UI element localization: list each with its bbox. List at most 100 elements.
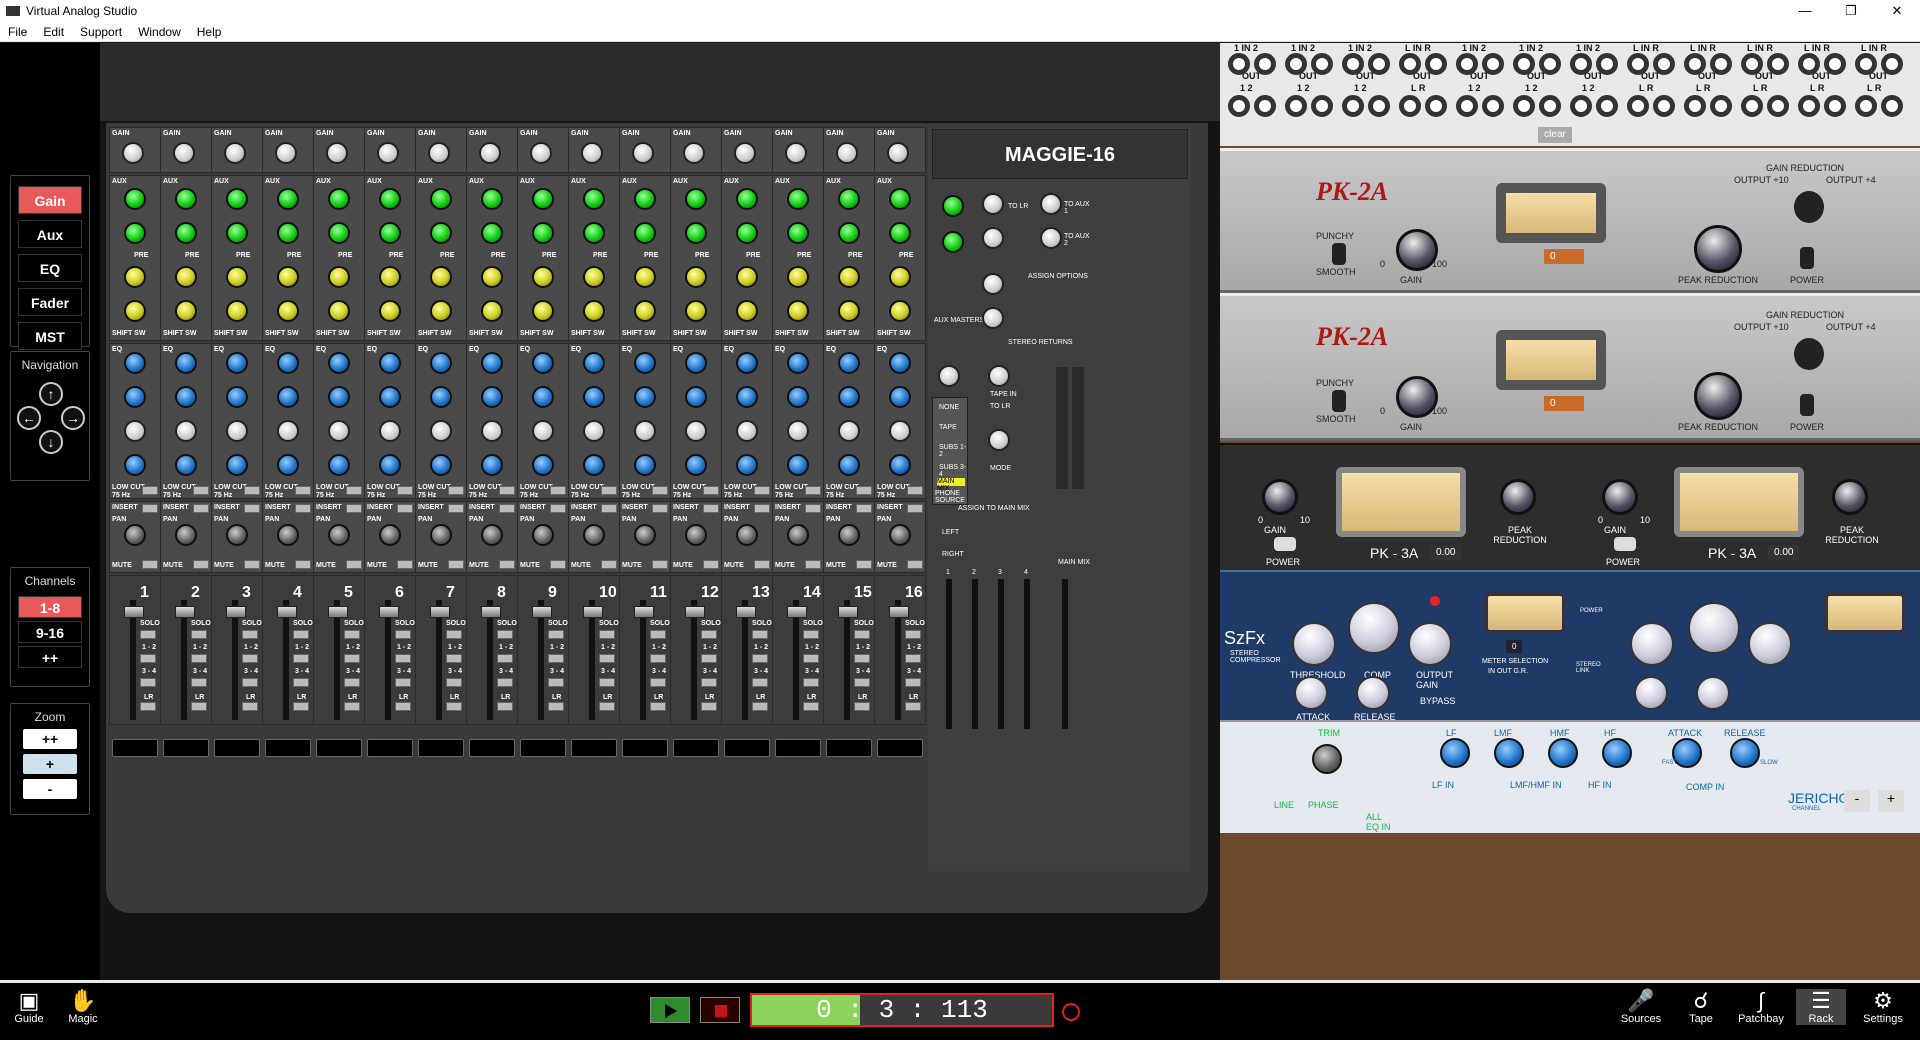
sub12-button[interactable] [650, 654, 666, 663]
fader-cap[interactable] [328, 606, 348, 618]
gain-knob[interactable] [428, 142, 450, 164]
sub12-button[interactable] [191, 654, 207, 663]
aux-2-knob[interactable] [430, 222, 452, 244]
eq-mid-knob[interactable] [175, 386, 197, 408]
close-button[interactable]: ✕ [1874, 3, 1920, 19]
gain-knob[interactable] [632, 142, 654, 164]
eq-mid-knob[interactable] [379, 386, 401, 408]
patch-in-jack[interactable] [1653, 53, 1675, 75]
aux-1-knob[interactable] [328, 188, 350, 210]
eq-freq-knob[interactable] [226, 420, 248, 442]
patch-out-jack[interactable] [1368, 95, 1390, 117]
low-cut-button[interactable] [754, 486, 770, 495]
mute-button[interactable] [397, 560, 413, 569]
phones-level-knob[interactable] [938, 365, 960, 387]
main-mix-fader[interactable] [1062, 579, 1068, 729]
gain-knob[interactable] [683, 142, 705, 164]
fader-track[interactable] [640, 600, 646, 720]
aux-1-knob[interactable] [277, 188, 299, 210]
eq-mid-knob[interactable] [736, 386, 758, 408]
patch-in-jack[interactable] [1425, 53, 1447, 75]
eq-low-knob[interactable] [583, 454, 605, 476]
aux-4-knob[interactable] [277, 300, 299, 322]
eq-freq-knob[interactable] [379, 420, 401, 442]
subgroup-2-fader[interactable] [972, 579, 978, 729]
patch-out-jack[interactable] [1824, 95, 1846, 117]
gain-knob[interactable] [173, 142, 195, 164]
sub34-button[interactable] [140, 678, 156, 687]
fader-track[interactable] [232, 600, 238, 720]
jericho-release-knob[interactable] [1730, 738, 1760, 768]
patch-out-jack[interactable] [1684, 95, 1706, 117]
eq-mid-knob[interactable] [226, 386, 248, 408]
patch-out-jack[interactable] [1399, 95, 1421, 117]
insert-button[interactable] [346, 504, 362, 513]
sub12-button[interactable] [752, 654, 768, 663]
patch-out-jack[interactable] [1425, 95, 1447, 117]
mute-button[interactable] [448, 560, 464, 569]
eq-freq-knob[interactable] [481, 420, 503, 442]
pk3a-1-peak-knob[interactable] [1500, 479, 1536, 515]
fader-track[interactable] [589, 600, 595, 720]
record-icon[interactable] [1062, 1003, 1080, 1021]
szfx-r-attack-knob[interactable] [1634, 676, 1668, 710]
aux-4-knob[interactable] [787, 300, 809, 322]
pan-knob[interactable] [532, 524, 554, 546]
eq-mid-knob[interactable] [481, 386, 503, 408]
solo-button[interactable] [752, 630, 768, 639]
fader-cap[interactable] [685, 606, 705, 618]
patch-out-jack[interactable] [1798, 95, 1820, 117]
sub12-button[interactable] [599, 654, 615, 663]
eq-hi-knob[interactable] [787, 352, 809, 374]
eq-hi-knob[interactable] [175, 352, 197, 374]
fader-cap[interactable] [532, 606, 552, 618]
fader-cap[interactable] [787, 606, 807, 618]
view-eq-button[interactable]: EQ [18, 254, 82, 282]
eq-mid-knob[interactable] [430, 386, 452, 408]
pan-knob[interactable] [277, 524, 299, 546]
solo-button[interactable] [446, 630, 462, 639]
insert-button[interactable] [805, 504, 821, 513]
solo-button[interactable] [854, 630, 870, 639]
aux-1-knob[interactable] [736, 188, 758, 210]
fader-track[interactable] [334, 600, 340, 720]
patch-in-jack[interactable] [1596, 53, 1618, 75]
mute-button[interactable] [499, 560, 515, 569]
mute-button[interactable] [193, 560, 209, 569]
eq-mid-knob[interactable] [583, 386, 605, 408]
fader-track[interactable] [793, 600, 799, 720]
aux-3-knob[interactable] [634, 266, 656, 288]
menu-file[interactable]: File [8, 25, 27, 39]
return-2-aux2-knob[interactable] [1040, 227, 1062, 249]
sub12-button[interactable] [242, 654, 258, 663]
sub34-button[interactable] [650, 678, 666, 687]
eq-hi-knob[interactable] [736, 352, 758, 374]
eq-low-knob[interactable] [685, 454, 707, 476]
eq-hi-knob[interactable] [481, 352, 503, 374]
zoom-in-button[interactable]: + [23, 754, 77, 774]
eq-mid-knob[interactable] [685, 386, 707, 408]
aux-3-knob[interactable] [430, 266, 452, 288]
aux-1-knob[interactable] [634, 188, 656, 210]
pk2a-1-power-toggle[interactable] [1800, 247, 1814, 269]
fader-cap[interactable] [175, 606, 195, 618]
patch-out-jack[interactable] [1881, 95, 1903, 117]
patch-in-jack[interactable] [1881, 53, 1903, 75]
menu-help[interactable]: Help [197, 25, 222, 39]
nav-down-icon[interactable]: ↓ [39, 430, 63, 454]
eq-hi-knob[interactable] [889, 352, 911, 374]
phone-source-none[interactable]: NONE [939, 404, 959, 411]
mute-button[interactable] [805, 560, 821, 569]
patch-in-jack[interactable] [1368, 53, 1390, 75]
aux-2-knob[interactable] [175, 222, 197, 244]
phone-source-subs12[interactable]: SUBS 1-2 [939, 444, 967, 458]
patch-out-jack[interactable] [1596, 95, 1618, 117]
solo-button[interactable] [344, 630, 360, 639]
aux-3-knob[interactable] [175, 266, 197, 288]
insert-button[interactable] [448, 504, 464, 513]
eq-low-knob[interactable] [481, 454, 503, 476]
aux-4-knob[interactable] [685, 300, 707, 322]
aux-2-knob[interactable] [787, 222, 809, 244]
eq-low-knob[interactable] [889, 454, 911, 476]
aux-1-knob[interactable] [430, 188, 452, 210]
